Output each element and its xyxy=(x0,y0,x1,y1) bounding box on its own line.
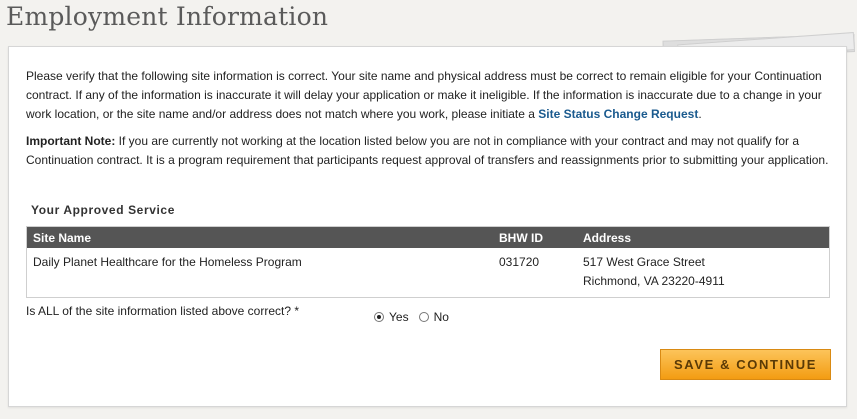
column-header-bhw-id: BHW ID xyxy=(499,230,543,245)
column-header-address: Address xyxy=(583,230,632,245)
important-note-label: Important Note: xyxy=(26,134,116,148)
no-radio-label[interactable]: No xyxy=(434,310,449,324)
confirm-question: Is ALL of the site information listed ab… xyxy=(26,304,300,318)
site-status-change-request-link[interactable]: Site Status Change Request xyxy=(538,107,698,121)
bhw-id-cell: 031720 xyxy=(499,255,540,269)
intro-suffix: . xyxy=(698,107,702,121)
important-note-text: If you are currently not working at the … xyxy=(26,134,829,167)
address-line-1: 517 West Grace Street xyxy=(583,255,705,269)
approved-service-table: Site Name BHW ID Address Daily Planet He… xyxy=(26,226,830,298)
yes-radio[interactable] xyxy=(374,312,384,322)
approved-service-title: Your Approved Service xyxy=(31,203,175,217)
table-header-row: Site Name BHW ID Address xyxy=(26,226,830,248)
yes-radio-label[interactable]: Yes xyxy=(389,310,409,324)
confirm-radio-group: Yes No xyxy=(374,310,459,324)
table-row: Daily Planet Healthcare for the Homeless… xyxy=(27,248,830,298)
page-title: Employment Information xyxy=(6,2,329,31)
column-header-site-name: Site Name xyxy=(33,230,92,245)
address-cell: 517 West Grace Street Richmond, VA 23220… xyxy=(577,248,830,298)
save-continue-button[interactable]: SAVE & CONTINUE xyxy=(660,349,831,380)
important-note: Important Note: If you are currently not… xyxy=(26,132,832,170)
intro-text: Please verify that the following site in… xyxy=(26,69,822,121)
site-name-cell: Daily Planet Healthcare for the Homeless… xyxy=(33,255,302,269)
intro-paragraph: Please verify that the following site in… xyxy=(26,67,832,124)
no-radio[interactable] xyxy=(418,312,429,322)
address-line-2: Richmond, VA 23220-4911 xyxy=(583,274,725,288)
employment-card: Please verify that the following site in… xyxy=(8,46,847,407)
